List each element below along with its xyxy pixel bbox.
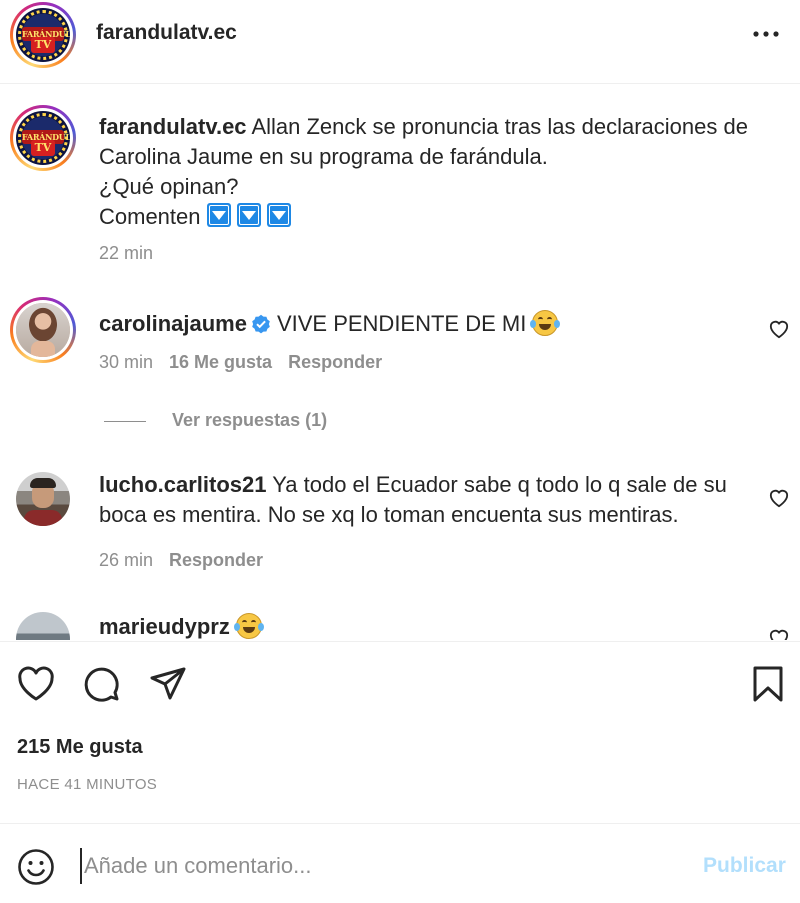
post-actions: 215 Me gusta HACE 41 MINUTOS [0, 641, 800, 823]
verified-badge-icon [252, 314, 270, 334]
header-username[interactable]: farandulatv.ec [96, 21, 237, 45]
comment-composer: Publicar [0, 823, 800, 903]
post-header: FARÁNDULA TV farandulatv.ec [0, 0, 800, 84]
comment-avatar-lucho[interactable] [16, 472, 70, 526]
farandula-tv-logo: FARÁNDULA TV [16, 8, 70, 62]
down-arrow-emoji-icon [266, 203, 291, 227]
comment-time: 26 min [99, 550, 154, 570]
more-horizontal-icon[interactable] [750, 24, 782, 44]
likes-count[interactable]: 215 Me gusta [17, 736, 143, 759]
like-heart-icon[interactable] [16, 664, 56, 704]
logo-tv: TV [34, 141, 52, 154]
comment-time: 30 min [99, 352, 154, 372]
down-arrow-emoji-icon [206, 203, 231, 227]
comment-text-1: Ya todo el Ecuador sabe q todo lo q sale… [272, 472, 727, 497]
comment-avatar-marieudyprz[interactable] [16, 612, 70, 640]
comment-likes[interactable]: 16 Me gusta [169, 352, 272, 372]
comment-username[interactable]: lucho.carlitos21 [99, 472, 267, 497]
view-replies-label: Ver respuestas (1) [172, 410, 328, 430]
laughing-tears-emoji-icon [530, 310, 561, 336]
like-comment-heart-icon[interactable] [768, 488, 790, 508]
comment-bubble-icon[interactable] [82, 664, 122, 704]
logo-tv: TV [34, 38, 52, 51]
avatar [16, 303, 70, 357]
caption-text-2: Carolina Jaume en su programa de farándu… [99, 144, 548, 169]
caption-username[interactable]: farandulatv.ec [99, 114, 247, 139]
down-arrow-emoji-icon [236, 203, 261, 227]
header-avatar[interactable]: FARÁNDULA TV [10, 2, 76, 68]
publish-button[interactable]: Publicar [703, 854, 786, 878]
post-timestamp: HACE 41 MINUTOS [17, 776, 158, 793]
farandula-tv-logo: FARÁNDULA TV [16, 111, 70, 165]
view-replies-button[interactable]: Ver respuestas (1) [104, 410, 327, 431]
caption-text-4: Comenten [99, 204, 201, 229]
comment-meta: 30 min 16 Me gusta Responder [99, 352, 398, 373]
comment-username[interactable]: carolinajaume [99, 311, 247, 336]
comment-input[interactable] [80, 848, 680, 884]
comment-text: VIVE PENDIENTE DE MI [276, 311, 527, 336]
save-bookmark-icon[interactable] [748, 664, 788, 704]
share-paper-plane-icon[interactable] [148, 664, 188, 704]
comment-text-2: boca es mentira. No se xq lo toman encue… [99, 502, 679, 527]
laughing-tears-emoji-icon [233, 613, 264, 639]
caption-text-3: ¿Qué opinan? [99, 174, 239, 199]
caption-text-1: Allan Zenck se pronuncia tras las declar… [251, 114, 748, 139]
like-comment-heart-icon[interactable] [768, 628, 790, 640]
emoji-smile-icon[interactable] [17, 848, 55, 886]
comment-avatar-carolinajaume[interactable] [10, 297, 76, 363]
comment-username[interactable]: marieudyprz [99, 614, 230, 639]
reply-button[interactable]: Responder [288, 352, 382, 372]
comments-list[interactable]: FARÁNDULA TV farandulatv.ec Allan Zenck … [0, 85, 800, 640]
reply-button[interactable]: Responder [169, 550, 263, 570]
like-comment-heart-icon[interactable] [768, 319, 790, 339]
comment-meta: 26 min Responder [99, 550, 279, 571]
caption-time: 22 min [99, 243, 154, 263]
caption-avatar[interactable]: FARÁNDULA TV [10, 105, 76, 171]
caption-meta: 22 min [99, 243, 169, 264]
